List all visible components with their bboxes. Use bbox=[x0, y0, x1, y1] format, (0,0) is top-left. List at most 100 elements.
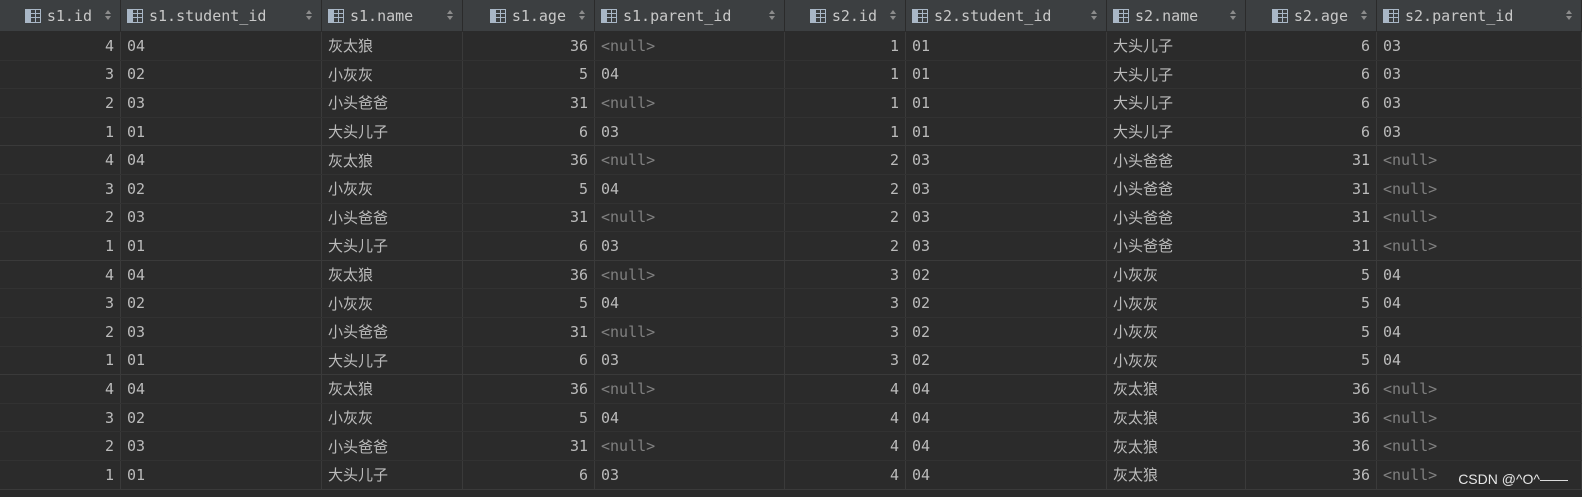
table-cell-s1-parent_id[interactable]: 04 bbox=[595, 403, 785, 432]
table-cell-s1-name[interactable]: 灰太狼 bbox=[322, 32, 463, 60]
table-cell-s1-id[interactable]: 2 bbox=[0, 89, 121, 117]
table-row[interactable]: 2 03 小头爸爸 31 <null> 4 04 灰太狼 36 <null> bbox=[0, 432, 1582, 461]
table-row[interactable]: 4 04 灰太狼 36 <null> 4 04 灰太狼 36 <null> bbox=[0, 375, 1582, 404]
table-cell-s2-id[interactable]: 4 bbox=[785, 432, 906, 460]
table-cell-s1-age[interactable]: 31 bbox=[463, 317, 595, 346]
table-cell-s1-id[interactable]: 4 bbox=[0, 32, 121, 60]
sort-arrows-icon[interactable] bbox=[104, 8, 112, 22]
table-cell-s1-name[interactable]: 大头儿子 bbox=[322, 346, 463, 375]
table-cell-s2-parent_id[interactable]: <null> bbox=[1377, 432, 1582, 460]
table-cell-s2-student_id[interactable]: 04 bbox=[906, 375, 1107, 403]
table-cell-s1-id[interactable]: 3 bbox=[0, 60, 121, 89]
table-cell-s2-age[interactable]: 31 bbox=[1246, 203, 1377, 232]
column-header-s2-name[interactable]: s2.name bbox=[1107, 0, 1246, 31]
table-cell-s2-parent_id[interactable]: 03 bbox=[1377, 89, 1582, 117]
table-cell-s1-name[interactable]: 灰太狼 bbox=[322, 260, 463, 289]
table-cell-s1-student_id[interactable]: 04 bbox=[121, 260, 322, 289]
table-cell-s2-parent_id[interactable]: 03 bbox=[1377, 60, 1582, 89]
table-cell-s1-name[interactable]: 小灰灰 bbox=[322, 289, 463, 317]
table-row[interactable]: 3 02 小灰灰 5 04 2 03 小头爸爸 31 <null> bbox=[0, 174, 1582, 204]
table-cell-s2-age[interactable]: 5 bbox=[1246, 317, 1377, 346]
table-cell-s1-name[interactable]: 灰太狼 bbox=[322, 375, 463, 403]
table-cell-s2-name[interactable]: 小灰灰 bbox=[1107, 260, 1246, 289]
table-cell-s1-student_id[interactable]: 04 bbox=[121, 32, 322, 60]
sort-arrows-icon[interactable] bbox=[1360, 8, 1368, 22]
table-cell-s2-name[interactable]: 小头爸爸 bbox=[1107, 146, 1246, 174]
table-cell-s2-parent_id[interactable]: <null> bbox=[1377, 203, 1582, 232]
table-cell-s2-student_id[interactable]: 02 bbox=[906, 346, 1107, 375]
table-cell-s2-parent_id[interactable]: 03 bbox=[1377, 117, 1582, 146]
table-cell-s1-parent_id[interactable]: 03 bbox=[595, 460, 785, 489]
table-cell-s1-student_id[interactable]: 02 bbox=[121, 60, 322, 89]
table-cell-s2-name[interactable]: 灰太狼 bbox=[1107, 432, 1246, 460]
table-cell-s1-name[interactable]: 小头爸爸 bbox=[322, 89, 463, 117]
table-cell-s1-age[interactable]: 31 bbox=[463, 432, 595, 460]
table-cell-s2-id[interactable]: 1 bbox=[785, 60, 906, 89]
table-cell-s1-name[interactable]: 大头儿子 bbox=[322, 232, 463, 260]
table-cell-s1-age[interactable]: 5 bbox=[463, 174, 595, 203]
table-cell-s1-student_id[interactable]: 03 bbox=[121, 89, 322, 117]
sort-arrows-icon[interactable] bbox=[578, 8, 586, 22]
table-cell-s2-age[interactable]: 6 bbox=[1246, 60, 1377, 89]
table-cell-s1-parent_id[interactable]: <null> bbox=[595, 203, 785, 232]
table-cell-s2-id[interactable]: 1 bbox=[785, 117, 906, 146]
table-cell-s1-name[interactable]: 小灰灰 bbox=[322, 60, 463, 89]
table-cell-s2-age[interactable]: 5 bbox=[1246, 346, 1377, 375]
table-cell-s2-id[interactable]: 1 bbox=[785, 32, 906, 60]
table-cell-s1-parent_id[interactable]: <null> bbox=[595, 260, 785, 289]
table-cell-s1-id[interactable]: 4 bbox=[0, 146, 121, 174]
table-cell-s1-age[interactable]: 36 bbox=[463, 260, 595, 289]
table-cell-s1-student_id[interactable]: 03 bbox=[121, 432, 322, 460]
table-cell-s1-id[interactable]: 4 bbox=[0, 260, 121, 289]
table-cell-s2-student_id[interactable]: 03 bbox=[906, 174, 1107, 203]
table-cell-s2-student_id[interactable]: 02 bbox=[906, 317, 1107, 346]
table-cell-s1-age[interactable]: 5 bbox=[463, 289, 595, 317]
table-cell-s1-parent_id[interactable]: 03 bbox=[595, 117, 785, 146]
table-cell-s1-name[interactable]: 小灰灰 bbox=[322, 174, 463, 203]
table-cell-s1-student_id[interactable]: 03 bbox=[121, 317, 322, 346]
table-cell-s1-age[interactable]: 5 bbox=[463, 403, 595, 432]
table-row[interactable]: 4 04 灰太狼 36 <null> 3 02 小灰灰 5 04 bbox=[0, 260, 1582, 290]
table-cell-s2-student_id[interactable]: 03 bbox=[906, 203, 1107, 232]
table-cell-s2-student_id[interactable]: 02 bbox=[906, 260, 1107, 289]
table-cell-s2-student_id[interactable]: 04 bbox=[906, 460, 1107, 489]
table-cell-s2-parent_id[interactable]: 04 bbox=[1377, 346, 1582, 375]
table-cell-s2-age[interactable]: 31 bbox=[1246, 232, 1377, 260]
table-cell-s2-name[interactable]: 小灰灰 bbox=[1107, 317, 1246, 346]
table-cell-s2-name[interactable]: 灰太狼 bbox=[1107, 403, 1246, 432]
table-cell-s1-parent_id[interactable]: <null> bbox=[595, 146, 785, 174]
table-cell-s1-age[interactable]: 5 bbox=[463, 60, 595, 89]
column-header-s2-student-id[interactable]: s2.student_id bbox=[906, 0, 1107, 31]
table-cell-s2-parent_id[interactable]: <null> bbox=[1377, 460, 1582, 489]
table-cell-s1-id[interactable]: 1 bbox=[0, 346, 121, 375]
table-cell-s1-student_id[interactable]: 01 bbox=[121, 460, 322, 489]
table-cell-s2-age[interactable]: 36 bbox=[1246, 460, 1377, 489]
table-cell-s1-student_id[interactable]: 04 bbox=[121, 146, 322, 174]
table-cell-s2-student_id[interactable]: 04 bbox=[906, 403, 1107, 432]
table-cell-s1-student_id[interactable]: 03 bbox=[121, 203, 322, 232]
table-cell-s2-id[interactable]: 3 bbox=[785, 260, 906, 289]
table-row[interactable]: 2 03 小头爸爸 31 <null> 3 02 小灰灰 5 04 bbox=[0, 317, 1582, 347]
table-cell-s1-name[interactable]: 小头爸爸 bbox=[322, 203, 463, 232]
table-cell-s2-age[interactable]: 6 bbox=[1246, 117, 1377, 146]
table-cell-s2-parent_id[interactable]: <null> bbox=[1377, 174, 1582, 203]
table-cell-s1-name[interactable]: 小头爸爸 bbox=[322, 432, 463, 460]
table-cell-s2-age[interactable]: 36 bbox=[1246, 403, 1377, 432]
column-header-s2-id[interactable]: s2.id bbox=[785, 0, 906, 31]
table-cell-s2-age[interactable]: 31 bbox=[1246, 146, 1377, 174]
table-cell-s1-id[interactable]: 2 bbox=[0, 317, 121, 346]
table-cell-s1-age[interactable]: 36 bbox=[463, 32, 595, 60]
table-cell-s1-id[interactable]: 2 bbox=[0, 432, 121, 460]
table-cell-s1-student_id[interactable]: 01 bbox=[121, 232, 322, 260]
table-cell-s1-age[interactable]: 31 bbox=[463, 203, 595, 232]
table-cell-s2-id[interactable]: 4 bbox=[785, 460, 906, 489]
table-cell-s1-parent_id[interactable]: 03 bbox=[595, 346, 785, 375]
table-cell-s2-name[interactable]: 小灰灰 bbox=[1107, 289, 1246, 317]
sort-arrows-icon[interactable] bbox=[889, 8, 897, 22]
column-header-s2-parent-id[interactable]: s2.parent_id bbox=[1377, 0, 1582, 31]
table-cell-s2-student_id[interactable]: 03 bbox=[906, 232, 1107, 260]
table-cell-s2-id[interactable]: 2 bbox=[785, 174, 906, 203]
table-cell-s2-age[interactable]: 5 bbox=[1246, 260, 1377, 289]
table-cell-s2-student_id[interactable]: 02 bbox=[906, 289, 1107, 317]
table-row[interactable]: 1 01 大头儿子 6 03 3 02 小灰灰 5 04 bbox=[0, 346, 1582, 376]
